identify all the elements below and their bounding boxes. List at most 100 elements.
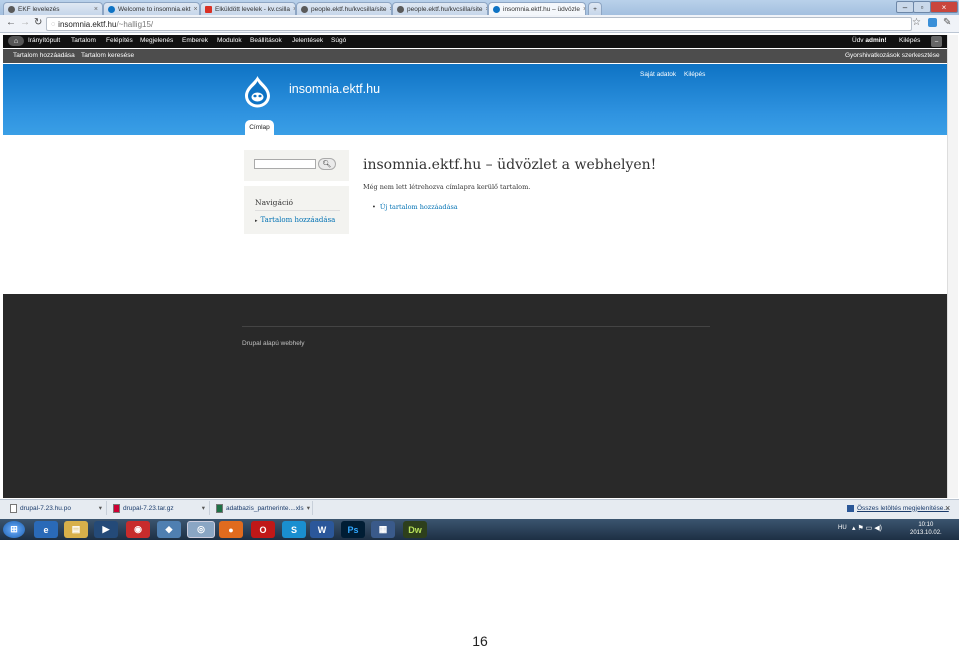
scrollbar[interactable] bbox=[947, 35, 958, 498]
drupal-logo-icon[interactable] bbox=[243, 75, 272, 108]
maximize-icon[interactable]: ▫ bbox=[913, 1, 931, 13]
admin-menu-item[interactable]: Tartalom bbox=[71, 37, 96, 44]
skype-icon[interactable]: S bbox=[282, 521, 306, 538]
secondary-menu-item[interactable]: Saját adatok bbox=[640, 71, 676, 78]
language-indicator[interactable]: HU bbox=[838, 525, 847, 531]
admin-menu-item[interactable]: Beállítások bbox=[250, 37, 282, 44]
username[interactable]: admin! bbox=[865, 37, 886, 44]
explorer-folder-icon[interactable]: ▤ bbox=[64, 521, 88, 538]
search-input[interactable] bbox=[254, 159, 316, 169]
add-content-link[interactable]: • Új tartalom hozzáadása bbox=[372, 203, 458, 211]
close-tab-icon[interactable]: × bbox=[194, 6, 198, 13]
page-title: insomnia.ektf.hu – üdvözlet a webhelyen! bbox=[363, 157, 657, 173]
back-icon[interactable]: ← bbox=[6, 17, 16, 28]
tab-label: EKF levelezés bbox=[18, 5, 60, 13]
reload-icon[interactable]: ↻ bbox=[34, 17, 42, 28]
page-icon: ◌ bbox=[51, 20, 56, 28]
excel-icon bbox=[216, 503, 223, 513]
browser-tab[interactable]: EKF levelezés × bbox=[3, 2, 103, 15]
tab-label: people.ektf.hu/kvcsilla/site bbox=[407, 5, 483, 13]
shortcut-item[interactable]: Tartalom hozzáadása bbox=[13, 52, 75, 59]
close-download-bar-icon[interactable]: × bbox=[945, 503, 950, 513]
home-icon[interactable]: ⌂ bbox=[8, 36, 24, 46]
dreamweaver-icon[interactable]: Dw bbox=[403, 521, 427, 538]
toggle-shortcuts-icon[interactable]: – bbox=[931, 36, 942, 47]
photoshop-icon[interactable]: Ps bbox=[341, 521, 365, 538]
download-filename: drupal-7.23.hu.po bbox=[20, 504, 71, 512]
word-icon[interactable]: W bbox=[310, 521, 334, 538]
start-button-icon[interactable]: ⊞ bbox=[3, 521, 25, 538]
star-icon[interactable]: ☆ bbox=[912, 17, 921, 28]
download-icon bbox=[847, 504, 854, 512]
browser-tab-active[interactable]: insomnia.ektf.hu – üdvözle × bbox=[488, 2, 586, 15]
site-name[interactable]: insomnia.ektf.hu bbox=[289, 82, 380, 96]
download-filename: adatbazis_partnerinte....xls bbox=[226, 504, 304, 512]
minimize-icon[interactable]: – bbox=[896, 1, 914, 13]
chevron-down-icon[interactable]: ▾ bbox=[202, 504, 205, 512]
admin-menu-item[interactable]: Súgó bbox=[331, 37, 346, 44]
new-tab-button[interactable]: + bbox=[588, 2, 602, 15]
opera-icon[interactable]: O bbox=[251, 521, 275, 538]
shortcut-item[interactable]: Tartalom keresése bbox=[81, 52, 134, 59]
show-all-downloads-link[interactable]: Összes letöltés megjelenítése... bbox=[843, 501, 949, 515]
media-player-icon[interactable]: ▶ bbox=[94, 521, 118, 538]
firefox-icon[interactable]: ● bbox=[219, 521, 243, 538]
nav-link-add-content[interactable]: ▸ Tartalom hozzáadása bbox=[255, 216, 335, 224]
internet-explorer-icon[interactable]: e bbox=[34, 521, 58, 538]
browser-tab[interactable]: Elküldött levelek - kv.csilla × bbox=[200, 2, 296, 15]
greeting-text: Üdv admin! bbox=[852, 37, 887, 44]
url-host: insomnia.ektf.hu bbox=[58, 19, 117, 29]
tab-home[interactable]: Címlap bbox=[245, 120, 274, 135]
main-text: Még nem lett létrehozva címlapra kerülő … bbox=[363, 183, 531, 191]
admin-menu-item[interactable]: Emberek bbox=[182, 37, 208, 44]
drupal-icon bbox=[108, 5, 115, 13]
tray-icons[interactable]: ▴ ⚑ ▭ ◀) bbox=[852, 524, 882, 532]
edit-shortcuts-link[interactable]: Gyorshivatkozások szerkesztése bbox=[845, 52, 940, 59]
download-item[interactable]: drupal-7.23.hu.po ▾ bbox=[6, 501, 107, 515]
download-item[interactable]: adatbazis_partnerinte....xls ▾ bbox=[212, 501, 313, 515]
admin-menu-item[interactable]: Felépítés bbox=[106, 37, 133, 44]
site-footer bbox=[3, 294, 947, 498]
download-item[interactable]: drupal-7.23.tar.gz ▾ bbox=[109, 501, 210, 515]
chrome-icon[interactable]: ◎ bbox=[187, 521, 215, 538]
file-icon bbox=[10, 503, 17, 513]
globe-icon bbox=[397, 5, 404, 13]
greeting-label: Üdv bbox=[852, 37, 864, 44]
admin-menu-item[interactable]: Megjelenés bbox=[140, 37, 173, 44]
browser-tab[interactable]: Welcome to insomnia.ekt × bbox=[103, 2, 200, 15]
tab-label: people.ektf.hu/kvcsilla/site bbox=[311, 5, 387, 13]
app-icon[interactable]: ◉ bbox=[126, 521, 150, 538]
download-filename: drupal-7.23.tar.gz bbox=[123, 504, 174, 512]
app-icon[interactable]: ◆ bbox=[157, 521, 181, 538]
forward-icon[interactable]: → bbox=[20, 17, 30, 28]
bullet-icon: • bbox=[372, 203, 376, 211]
app-icon[interactable]: ▦ bbox=[371, 521, 395, 538]
add-content-label: Új tartalom hozzáadása bbox=[379, 203, 458, 211]
clock-time: 10:10 bbox=[918, 522, 934, 528]
close-tab-icon[interactable]: × bbox=[94, 6, 98, 13]
browser-tab[interactable]: people.ektf.hu/kvcsilla/site × bbox=[392, 2, 488, 15]
search-button[interactable]: 🔍︎ bbox=[318, 158, 336, 170]
extension-icon[interactable] bbox=[928, 18, 937, 27]
shortcut-bar bbox=[3, 49, 947, 63]
logout-link[interactable]: Kilépés bbox=[899, 37, 920, 44]
page-number: 16 bbox=[472, 633, 488, 649]
tab-label: insomnia.ektf.hu – üdvözle bbox=[503, 5, 580, 13]
address-bar[interactable]: ◌ insomnia.ektf.hu/~hallig15/ bbox=[46, 17, 912, 31]
clock-date: 2013.10.02. bbox=[910, 530, 942, 536]
close-window-icon[interactable]: × bbox=[930, 1, 958, 13]
site-header bbox=[3, 64, 947, 135]
admin-menu-item[interactable]: Jelentések bbox=[292, 37, 323, 44]
tab-label: Welcome to insomnia.ekt bbox=[118, 5, 191, 13]
close-tab-icon[interactable]: × bbox=[583, 6, 585, 13]
chevron-down-icon[interactable]: ▾ bbox=[307, 504, 310, 512]
secondary-menu-item[interactable]: Kilépés bbox=[684, 71, 705, 78]
nav-link-label: Tartalom hozzáadása bbox=[260, 216, 336, 224]
clock[interactable]: 10:10 2013.10.02. bbox=[910, 521, 942, 537]
wrench-icon[interactable]: ✎ bbox=[943, 17, 951, 28]
admin-menu-item[interactable]: Irányítópult bbox=[28, 37, 60, 44]
browser-tab[interactable]: people.ektf.hu/kvcsilla/site × bbox=[296, 2, 392, 15]
globe-icon bbox=[8, 5, 15, 13]
admin-menu-item[interactable]: Modulok bbox=[217, 37, 242, 44]
chevron-down-icon[interactable]: ▾ bbox=[99, 504, 102, 512]
